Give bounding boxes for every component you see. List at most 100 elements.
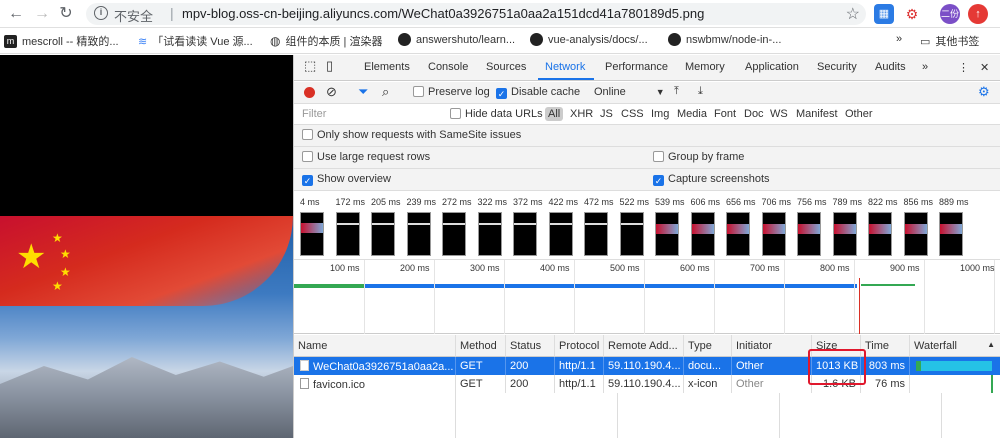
options-row-1: Use large request rows Group by frame bbox=[294, 147, 1000, 169]
search-icon[interactable]: ⌕ bbox=[382, 84, 389, 100]
tab-sources[interactable]: Sources bbox=[486, 61, 526, 73]
divider: | bbox=[170, 5, 174, 21]
col-protocol[interactable]: Protocol bbox=[555, 335, 604, 357]
disable-cache-checkbox[interactable]: ✓ Disable cache bbox=[496, 86, 580, 99]
filter-type-font[interactable]: Font bbox=[714, 108, 736, 120]
tab-network[interactable]: Network bbox=[545, 61, 585, 73]
settings-gear-icon[interactable]: ⚙ bbox=[978, 84, 990, 100]
screenshot-thumbnail[interactable] bbox=[371, 212, 395, 256]
device-toggle-icon[interactable]: ▯ bbox=[326, 58, 333, 74]
filter-type-manifest[interactable]: Manifest bbox=[796, 108, 838, 120]
screenshot-time: 422 ms bbox=[548, 197, 579, 207]
col-name[interactable]: Name bbox=[294, 335, 456, 357]
reload-icon[interactable]: ↻ bbox=[56, 4, 76, 24]
filter-type-js[interactable]: JS bbox=[600, 108, 613, 120]
screenshot-thumbnail[interactable] bbox=[797, 212, 821, 256]
screenshot-thumbnail[interactable] bbox=[726, 212, 750, 256]
screenshot-thumbnail[interactable] bbox=[335, 212, 360, 256]
screenshot-thumbnail[interactable] bbox=[903, 212, 928, 256]
filter-input[interactable]: Filter bbox=[302, 108, 326, 120]
bookmark-folder[interactable]: ▭ 其他书签 bbox=[920, 33, 979, 49]
screenshot-thumbnail[interactable] bbox=[548, 212, 573, 256]
preserve-log-checkbox[interactable]: Preserve log bbox=[413, 86, 490, 98]
hide-data-urls-checkbox[interactable]: Hide data URLs bbox=[450, 108, 543, 120]
col-time[interactable]: Time bbox=[861, 335, 910, 357]
url-text[interactable]: mpv-blog.oss-cn-beijing.aliyuncs.com/WeC… bbox=[182, 6, 704, 21]
filter-type-xhr[interactable]: XHR bbox=[570, 108, 593, 120]
extension-icon[interactable]: ⚙ bbox=[902, 4, 922, 24]
show-overview-checkbox[interactable]: ✓ Show overview bbox=[302, 173, 391, 186]
close-icon[interactable]: ✕ bbox=[980, 61, 989, 74]
tab-performance[interactable]: Performance bbox=[605, 61, 668, 73]
address-bar[interactable]: i 不安全 | mpv-blog.oss-cn-beijing.aliyuncs… bbox=[86, 3, 866, 25]
tab-application[interactable]: Application bbox=[745, 61, 799, 73]
col-remote[interactable]: Remote Add... bbox=[604, 335, 684, 357]
inspect-icon[interactable]: ⬚ bbox=[304, 58, 316, 74]
page-image: ★ ★ ★ ★ ★ bbox=[0, 216, 293, 438]
bookmark-item[interactable]: answershuto/learn... bbox=[398, 33, 515, 46]
upload-icon[interactable]: ⤒ bbox=[674, 85, 679, 98]
tab-console[interactable]: Console bbox=[428, 61, 468, 73]
profile-avatar[interactable]: 二份 bbox=[940, 4, 960, 24]
record-icon[interactable] bbox=[304, 87, 315, 98]
throttle-select[interactable]: Online ▼ bbox=[594, 86, 665, 98]
table-filler bbox=[294, 393, 1000, 438]
filter-type-img[interactable]: Img bbox=[651, 108, 669, 120]
screenshot-thumbnail[interactable] bbox=[513, 212, 537, 256]
tab-memory[interactable]: Memory bbox=[685, 61, 725, 73]
download-icon[interactable]: ⤓ bbox=[698, 85, 703, 98]
col-initiator[interactable]: Initiator bbox=[732, 335, 812, 357]
bookmark-item[interactable]: m mescroll -- 精致的... bbox=[4, 33, 119, 49]
col-waterfall[interactable]: Waterfall ▲ bbox=[910, 335, 1000, 357]
screenshot-thumbnail[interactable] bbox=[761, 212, 786, 256]
col-type[interactable]: Type bbox=[684, 335, 732, 357]
kebab-menu-icon[interactable]: ⋮ bbox=[958, 61, 969, 74]
bookmark-star-icon[interactable]: ☆ bbox=[846, 4, 860, 24]
bookmark-item[interactable]: ≋ 「试看读读 Vue 源... bbox=[138, 33, 253, 49]
screenshot-time: 606 ms bbox=[690, 197, 721, 207]
group-by-frame-checkbox[interactable]: Group by frame bbox=[653, 151, 744, 163]
bookmark-item[interactable]: vue-analysis/docs/... bbox=[530, 33, 648, 46]
screenshot-thumbnail[interactable] bbox=[300, 212, 324, 256]
screenshot-thumbnail[interactable] bbox=[477, 212, 502, 256]
filter-type-other[interactable]: Other bbox=[845, 108, 873, 120]
bookmark-item[interactable]: nswbmw/node-in-... bbox=[668, 33, 781, 46]
filter-type-ws[interactable]: WS bbox=[770, 108, 788, 120]
screenshot-thumbnail[interactable] bbox=[832, 212, 857, 256]
info-icon[interactable]: i bbox=[94, 6, 108, 20]
capture-screenshots-checkbox[interactable]: ✓ Capture screenshots bbox=[653, 173, 770, 186]
github-icon bbox=[398, 33, 411, 46]
samesite-checkbox[interactable]: Only show requests with SameSite issues bbox=[302, 129, 521, 141]
tab-security[interactable]: Security bbox=[817, 61, 857, 73]
screenshot-thumbnail[interactable] bbox=[619, 212, 644, 256]
forward-icon[interactable]: → bbox=[32, 4, 52, 24]
m-icon: m bbox=[4, 34, 17, 48]
filter-icon[interactable]: ⏷ bbox=[358, 84, 368, 100]
filter-type-doc[interactable]: Doc bbox=[744, 108, 764, 120]
clear-icon[interactable]: ⊘ bbox=[326, 84, 337, 100]
large-rows-checkbox[interactable]: Use large request rows bbox=[302, 151, 430, 163]
screenshot-thumbnail[interactable] bbox=[655, 212, 679, 256]
bookmarks-overflow[interactable]: » bbox=[896, 33, 902, 45]
screenshot-thumbnail[interactable] bbox=[406, 212, 431, 256]
qr-extension-icon[interactable]: ▦ bbox=[874, 4, 894, 24]
screenshot-time: 322 ms bbox=[477, 197, 508, 207]
col-status[interactable]: Status bbox=[506, 335, 555, 357]
screenshot-thumbnail[interactable] bbox=[442, 212, 466, 256]
tab-elements[interactable]: Elements bbox=[364, 61, 410, 73]
timeline-bar-green bbox=[294, 284, 364, 288]
screenshot-thumbnail[interactable] bbox=[939, 212, 963, 256]
more-tabs-icon[interactable]: » bbox=[922, 61, 928, 73]
screenshot-thumbnail[interactable] bbox=[868, 212, 892, 256]
filter-type-media[interactable]: Media bbox=[677, 108, 707, 120]
update-icon[interactable]: ↑ bbox=[968, 4, 988, 24]
screenshot-thumbnail[interactable] bbox=[584, 212, 608, 256]
tab-audits[interactable]: Audits bbox=[875, 61, 906, 73]
filter-type-all[interactable]: All bbox=[545, 107, 564, 121]
filter-row: Filter Hide data URLs All XHR JS CSS Img… bbox=[294, 105, 1000, 125]
filter-type-css[interactable]: CSS bbox=[621, 108, 644, 120]
back-icon[interactable]: ← bbox=[6, 4, 26, 24]
bookmark-item[interactable]: ◍ 组件的本质 | 渲染器 bbox=[270, 33, 382, 49]
screenshot-thumbnail[interactable] bbox=[690, 212, 715, 256]
col-method[interactable]: Method bbox=[456, 335, 506, 357]
